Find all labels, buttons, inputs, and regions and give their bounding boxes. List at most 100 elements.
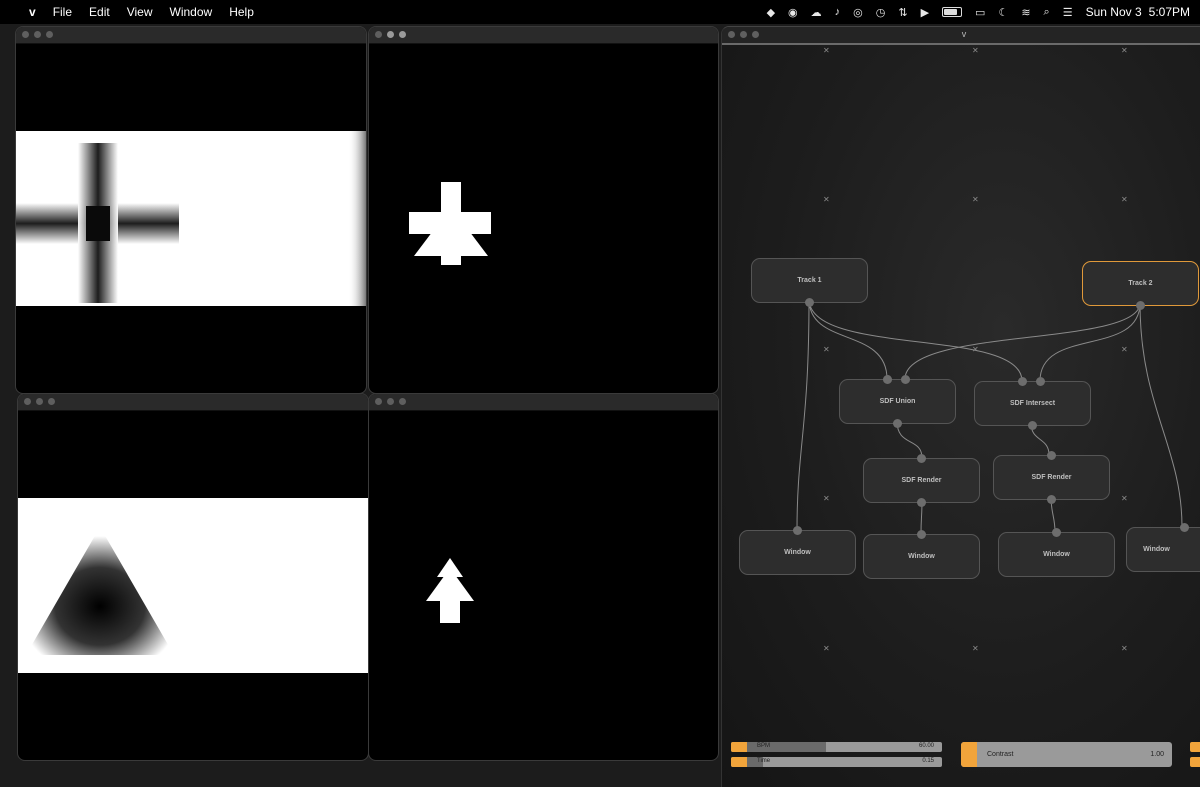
node-label: SDF Render	[1031, 474, 1072, 481]
node-connections	[796, 298, 1183, 535]
render-window-2[interactable]	[368, 26, 719, 394]
node-graph-window[interactable]: v ✕ ✕ ✕ ✕ ✕ ✕ ✕ ✕ ✕ ✕ ✕ ✕ ✕ ✕ Track 1 Tr…	[721, 26, 1200, 787]
input-port[interactable]	[1052, 528, 1061, 537]
input-port[interactable]	[1018, 377, 1027, 386]
zoom-dot-icon[interactable]	[399, 398, 406, 405]
minimize-dot-icon[interactable]	[36, 398, 43, 405]
window-titlebar[interactable]	[18, 394, 368, 411]
window-titlebar[interactable]	[16, 27, 366, 44]
node-label: Window	[1143, 546, 1170, 553]
node-window-2[interactable]: Window	[863, 530, 980, 579]
close-dot-icon[interactable]	[375, 31, 382, 38]
bpm-value: 60.00	[918, 743, 934, 749]
node-label: SDF Render	[901, 477, 942, 484]
output-port[interactable]	[893, 419, 902, 428]
moon-icon[interactable]: ☾	[998, 6, 1008, 19]
render-canvas	[18, 410, 368, 760]
input-port[interactable]	[1180, 523, 1189, 532]
render-canvas	[16, 43, 366, 393]
render-window-4[interactable]	[368, 393, 719, 761]
cloud-icon[interactable]: ☁	[811, 6, 822, 19]
output-port[interactable]	[1028, 421, 1037, 430]
output-port[interactable]	[1136, 301, 1145, 310]
close-dot-icon[interactable]	[24, 398, 31, 405]
node-track-2[interactable]: Track 2	[1082, 261, 1199, 310]
time-slider[interactable]: Time 0.15	[731, 757, 942, 767]
menu-view[interactable]: View	[127, 5, 153, 19]
slider-handle[interactable]	[961, 742, 977, 767]
sdf-triangle-render	[18, 498, 368, 673]
node-window-4[interactable]: Window	[1126, 523, 1200, 572]
play-icon[interactable]: ▶	[921, 6, 929, 19]
menubar-date[interactable]: Sun Nov 3	[1086, 5, 1142, 19]
node-track-1[interactable]: Track 1	[751, 258, 868, 307]
input-port[interactable]	[1047, 451, 1056, 460]
node-sdf-render-2[interactable]: SDF Render	[993, 451, 1110, 504]
contrast-label: Contrast	[987, 751, 1014, 758]
node-label: SDF Union	[879, 398, 916, 405]
display-icon[interactable]: ▭	[975, 6, 985, 19]
input-port[interactable]	[883, 375, 892, 384]
bpm-label: BPM	[757, 743, 771, 749]
minimize-dot-icon[interactable]	[34, 31, 41, 38]
input-port[interactable]	[917, 454, 926, 463]
node-window-1[interactable]: Window	[739, 526, 856, 575]
network-icon[interactable]: ⇅	[898, 6, 907, 19]
node-window-3[interactable]: Window	[998, 528, 1115, 577]
minimize-dot-icon[interactable]	[387, 398, 394, 405]
input-port[interactable]	[793, 526, 802, 535]
input-port[interactable]	[917, 530, 926, 539]
bpm-slider[interactable]: BPM 60.00	[731, 742, 942, 752]
render-canvas	[369, 410, 718, 760]
sdf-intersect-render	[426, 558, 474, 623]
sdf-union-render	[409, 182, 491, 265]
close-dot-icon[interactable]	[375, 398, 382, 405]
output-port[interactable]	[917, 498, 926, 507]
menu-window[interactable]: Window	[170, 5, 213, 19]
time-value: 0.15	[922, 758, 934, 764]
render-window-1[interactable]	[15, 26, 367, 394]
mic-icon[interactable]: ♪	[835, 6, 841, 18]
menu-file[interactable]: File	[53, 5, 72, 19]
time-machine-icon[interactable]: ◷	[876, 6, 886, 19]
airplay-icon[interactable]: ◎	[853, 6, 863, 19]
menubar-time[interactable]: 5:07PM	[1149, 5, 1190, 19]
slider-handle[interactable]	[731, 742, 747, 752]
node-label: SDF Intersect	[1009, 400, 1056, 407]
input-port[interactable]	[1036, 377, 1045, 386]
input-port[interactable]	[901, 375, 910, 384]
node-label: Track 2	[1128, 280, 1153, 287]
sdf-plus-render	[16, 131, 366, 306]
node-label: Track 1	[797, 277, 822, 284]
menu-edit[interactable]: Edit	[89, 5, 110, 19]
output-port[interactable]	[805, 298, 814, 307]
zoom-dot-icon[interactable]	[48, 398, 55, 405]
battery-icon[interactable]	[942, 7, 963, 17]
close-dot-icon[interactable]	[22, 31, 29, 38]
offscreen-slider[interactable]	[1190, 757, 1200, 767]
dropbox-icon[interactable]: ◆	[767, 6, 775, 19]
node-sdf-intersect[interactable]: SDF Intersect	[974, 377, 1091, 430]
render-window-3[interactable]	[17, 393, 369, 761]
contrast-slider[interactable]: Contrast 1.00	[961, 742, 1172, 767]
node-sdf-union[interactable]: SDF Union	[839, 375, 956, 428]
window-titlebar[interactable]	[369, 394, 718, 411]
window-titlebar[interactable]	[369, 27, 718, 44]
offscreen-slider[interactable]	[1190, 742, 1200, 752]
node-label: Window	[784, 549, 811, 556]
status-app-icon[interactable]: ◉	[788, 6, 798, 19]
menu-bar: v File Edit View Window Help ◆ ◉ ☁ ♪ ◎ ◷…	[0, 0, 1200, 24]
zoom-dot-icon[interactable]	[46, 31, 53, 38]
contrast-value: 1.00	[1150, 751, 1164, 758]
output-port[interactable]	[1047, 495, 1056, 504]
menu-help[interactable]: Help	[229, 5, 254, 19]
search-icon[interactable]: ⌕	[1044, 6, 1050, 19]
app-menu[interactable]: v	[29, 5, 36, 19]
slider-handle[interactable]	[731, 757, 747, 767]
zoom-dot-icon[interactable]	[399, 31, 406, 38]
control-center-icon[interactable]: ☰	[1063, 6, 1073, 19]
minimize-dot-icon[interactable]	[387, 31, 394, 38]
node-label: Window	[908, 553, 935, 560]
node-sdf-render-1[interactable]: SDF Render	[863, 454, 980, 507]
wifi-icon[interactable]: ≋	[1021, 6, 1030, 19]
